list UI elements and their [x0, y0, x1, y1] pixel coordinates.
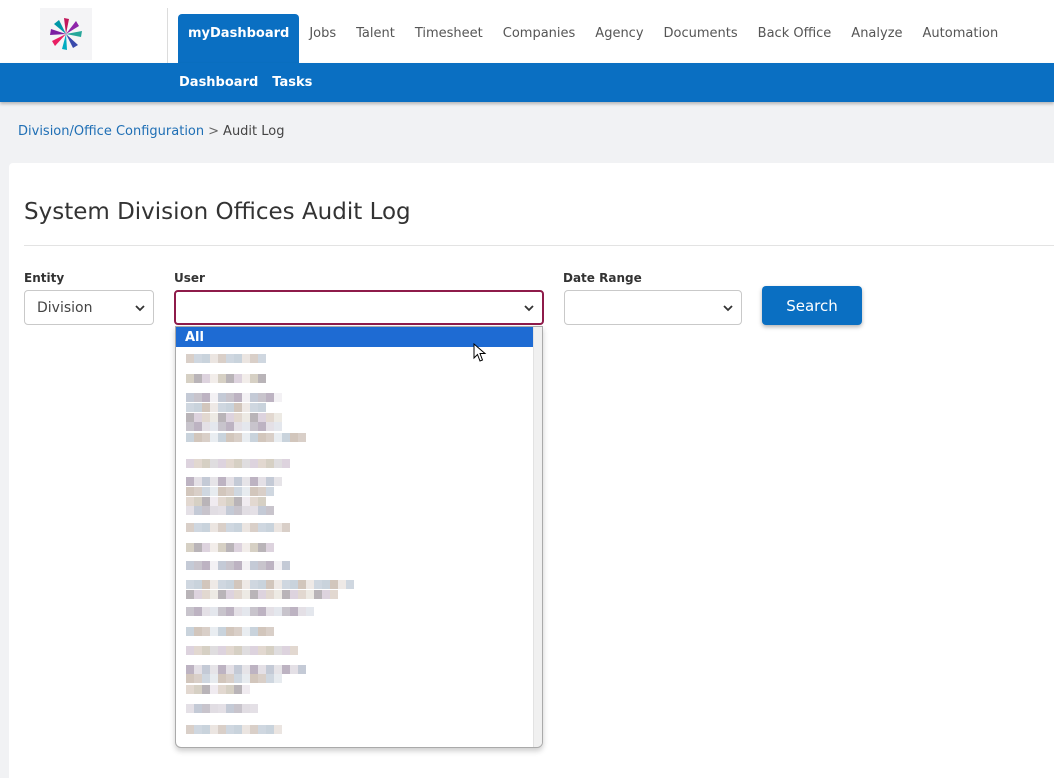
user-option-redacted[interactable] — [186, 704, 258, 713]
user-option-redacted[interactable] — [186, 459, 290, 468]
nav-item-jobs[interactable]: Jobs — [299, 14, 346, 63]
dropdown-scrollbar[interactable] — [533, 327, 542, 747]
user-option-redacted[interactable] — [186, 561, 290, 570]
user-option-redacted[interactable] — [186, 523, 290, 532]
nav-item-agency[interactable]: Agency — [585, 14, 653, 63]
nav-item-talent[interactable]: Talent — [346, 14, 405, 63]
user-option-redacted[interactable] — [186, 354, 266, 363]
user-option-redacted[interactable] — [186, 477, 282, 486]
chevron-down-icon — [135, 304, 145, 311]
subnav-item-tasks[interactable]: Tasks — [272, 75, 312, 90]
title-divider — [24, 245, 1054, 246]
entity-label: Entity — [24, 271, 65, 285]
user-option-redacted[interactable] — [186, 725, 282, 734]
breadcrumb: Division/Office Configuration > Audit Log — [18, 124, 285, 139]
user-option-redacted[interactable] — [186, 590, 338, 599]
nav-item-companies[interactable]: Companies — [493, 14, 586, 63]
nav-item-timesheet[interactable]: Timesheet — [405, 14, 493, 63]
user-option-redacted[interactable] — [186, 393, 282, 402]
chevron-down-icon — [723, 304, 733, 311]
user-option-redacted[interactable] — [186, 627, 274, 636]
date-range-label: Date Range — [563, 271, 642, 285]
sub-navigation-bar: Dashboard Tasks — [0, 63, 1054, 102]
user-option-redacted[interactable] — [186, 543, 274, 552]
nav-item-documents[interactable]: Documents — [654, 14, 748, 63]
page-title: System Division Offices Audit Log — [24, 199, 411, 225]
mouse-pointer-icon — [473, 343, 487, 362]
user-option-redacted[interactable] — [186, 665, 306, 674]
date-range-select[interactable] — [564, 290, 742, 325]
nav-item-automation[interactable]: Automation — [913, 14, 1009, 63]
user-label: User — [174, 271, 205, 285]
user-option-redacted[interactable] — [186, 580, 354, 589]
breadcrumb-current: Audit Log — [223, 124, 285, 139]
subnav-item-dashboard[interactable]: Dashboard — [179, 75, 258, 90]
user-option-redacted[interactable] — [186, 422, 282, 431]
user-option-redacted[interactable] — [186, 497, 266, 506]
sub-nav: Dashboard Tasks — [179, 63, 312, 102]
user-option-redacted[interactable] — [186, 413, 282, 422]
user-option-redacted[interactable] — [186, 374, 266, 383]
user-option-redacted[interactable] — [186, 487, 274, 496]
user-dropdown-list[interactable]: All — [175, 326, 543, 748]
entity-select-value: Division — [37, 299, 93, 316]
chevron-down-icon — [524, 304, 534, 311]
user-option-redacted[interactable] — [186, 433, 306, 442]
nav-divider — [167, 8, 168, 63]
nav-item-analyze[interactable]: Analyze — [841, 14, 912, 63]
user-option-redacted[interactable] — [186, 674, 282, 683]
user-option-redacted[interactable] — [186, 685, 250, 694]
nav-item-back-office[interactable]: Back Office — [748, 14, 842, 63]
breadcrumb-separator: > — [208, 124, 220, 139]
top-navigation-bar: myDashboard Jobs Talent Timesheet Compan… — [0, 0, 1054, 63]
user-option-redacted[interactable] — [186, 607, 314, 616]
entity-select[interactable]: Division — [24, 290, 154, 325]
nav-item-mydashboard[interactable]: myDashboard — [178, 14, 300, 63]
breadcrumb-parent-link[interactable]: Division/Office Configuration — [18, 124, 204, 139]
main-nav: myDashboard Jobs Talent Timesheet Compan… — [178, 14, 1008, 63]
star-burst-logo-icon — [50, 18, 82, 50]
user-option-redacted[interactable] — [186, 506, 274, 515]
user-select[interactable] — [174, 290, 544, 325]
company-logo[interactable] — [40, 8, 92, 60]
user-option-redacted[interactable] — [186, 646, 298, 655]
search-button[interactable]: Search — [762, 286, 862, 325]
user-option-redacted[interactable] — [186, 403, 266, 412]
